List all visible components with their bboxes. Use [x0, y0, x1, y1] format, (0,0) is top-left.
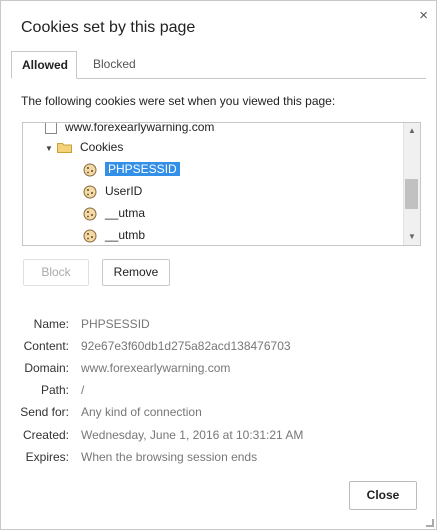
tree-domain-label: www.forexearlywarning.com	[65, 123, 215, 134]
close-icon[interactable]: ×	[419, 7, 428, 24]
close-button[interactable]: Close	[349, 481, 417, 510]
tree-cookie-row[interactable]: UserID	[83, 181, 142, 201]
tree-cookie-row[interactable]: __utmb	[83, 225, 145, 245]
cookies-dialog: Cookies set by this page × Allowed Block…	[0, 0, 437, 530]
cookie-tree-content: www.forexearlywarning.com ▼ Cookies PHPSE…	[23, 123, 404, 245]
detail-label: Domain:	[24, 361, 69, 375]
cookie-icon	[83, 229, 97, 243]
checkbox-icon	[45, 123, 57, 134]
detail-label: Content:	[23, 339, 69, 353]
cookie-icon	[83, 163, 97, 177]
detail-label: Name:	[33, 317, 69, 331]
detail-label: Send for:	[20, 405, 69, 419]
scroll-up-icon[interactable]: ▲	[404, 123, 420, 139]
tree-folder-row[interactable]: ▼ Cookies	[45, 137, 123, 157]
tree-cookie-row[interactable]: PHPSESSID	[83, 159, 180, 179]
detail-label: Created:	[22, 428, 69, 442]
detail-value: www.forexearlywarning.com	[81, 361, 231, 375]
detail-value: /	[81, 383, 85, 397]
expand-arrow-icon[interactable]: ▼	[45, 139, 57, 159]
tree-cookie-row[interactable]: __utma	[83, 203, 145, 223]
cookies-description: The following cookies were set when you …	[21, 94, 336, 108]
tree-domain-row[interactable]: www.forexearlywarning.com	[45, 123, 214, 137]
cookie-tree[interactable]: www.forexearlywarning.com ▼ Cookies PHPSE…	[22, 122, 421, 246]
dialog-title: Cookies set by this page	[21, 19, 196, 36]
detail-label: Expires:	[25, 450, 69, 464]
folder-icon	[57, 143, 72, 154]
tree-folder-label: Cookies	[80, 140, 124, 154]
resize-grip-icon[interactable]	[426, 519, 434, 527]
detail-value: PHPSESSID	[81, 317, 150, 331]
tree-cookie-label: UserID	[105, 184, 143, 198]
tab-blocked[interactable]: Blocked	[83, 51, 146, 77]
block-button[interactable]: Block	[23, 259, 89, 286]
detail-value: 92e67e3f60db1d275a82acd138476703	[81, 339, 291, 353]
detail-value: Wednesday, June 1, 2016 at 10:31:21 AM	[81, 428, 304, 442]
scrollbar-thumb[interactable]	[405, 179, 418, 209]
detail-value: When the browsing session ends	[81, 450, 258, 464]
cookie-icon	[83, 185, 97, 199]
tree-cookie-label: __utma	[105, 206, 146, 220]
cookie-icon	[83, 207, 97, 221]
tab-bar: Allowed Blocked	[11, 51, 426, 79]
tree-scrollbar[interactable]: ▲ ▼	[403, 123, 420, 245]
tab-allowed[interactable]: Allowed	[11, 51, 77, 79]
tree-cookie-label: __utmb	[105, 228, 146, 242]
tree-cookie-label-selected: PHPSESSID	[105, 162, 180, 176]
detail-value: Any kind of connection	[81, 405, 202, 419]
remove-button[interactable]: Remove	[102, 259, 170, 286]
detail-label: Path:	[40, 383, 69, 397]
scroll-down-icon[interactable]: ▼	[404, 229, 420, 245]
